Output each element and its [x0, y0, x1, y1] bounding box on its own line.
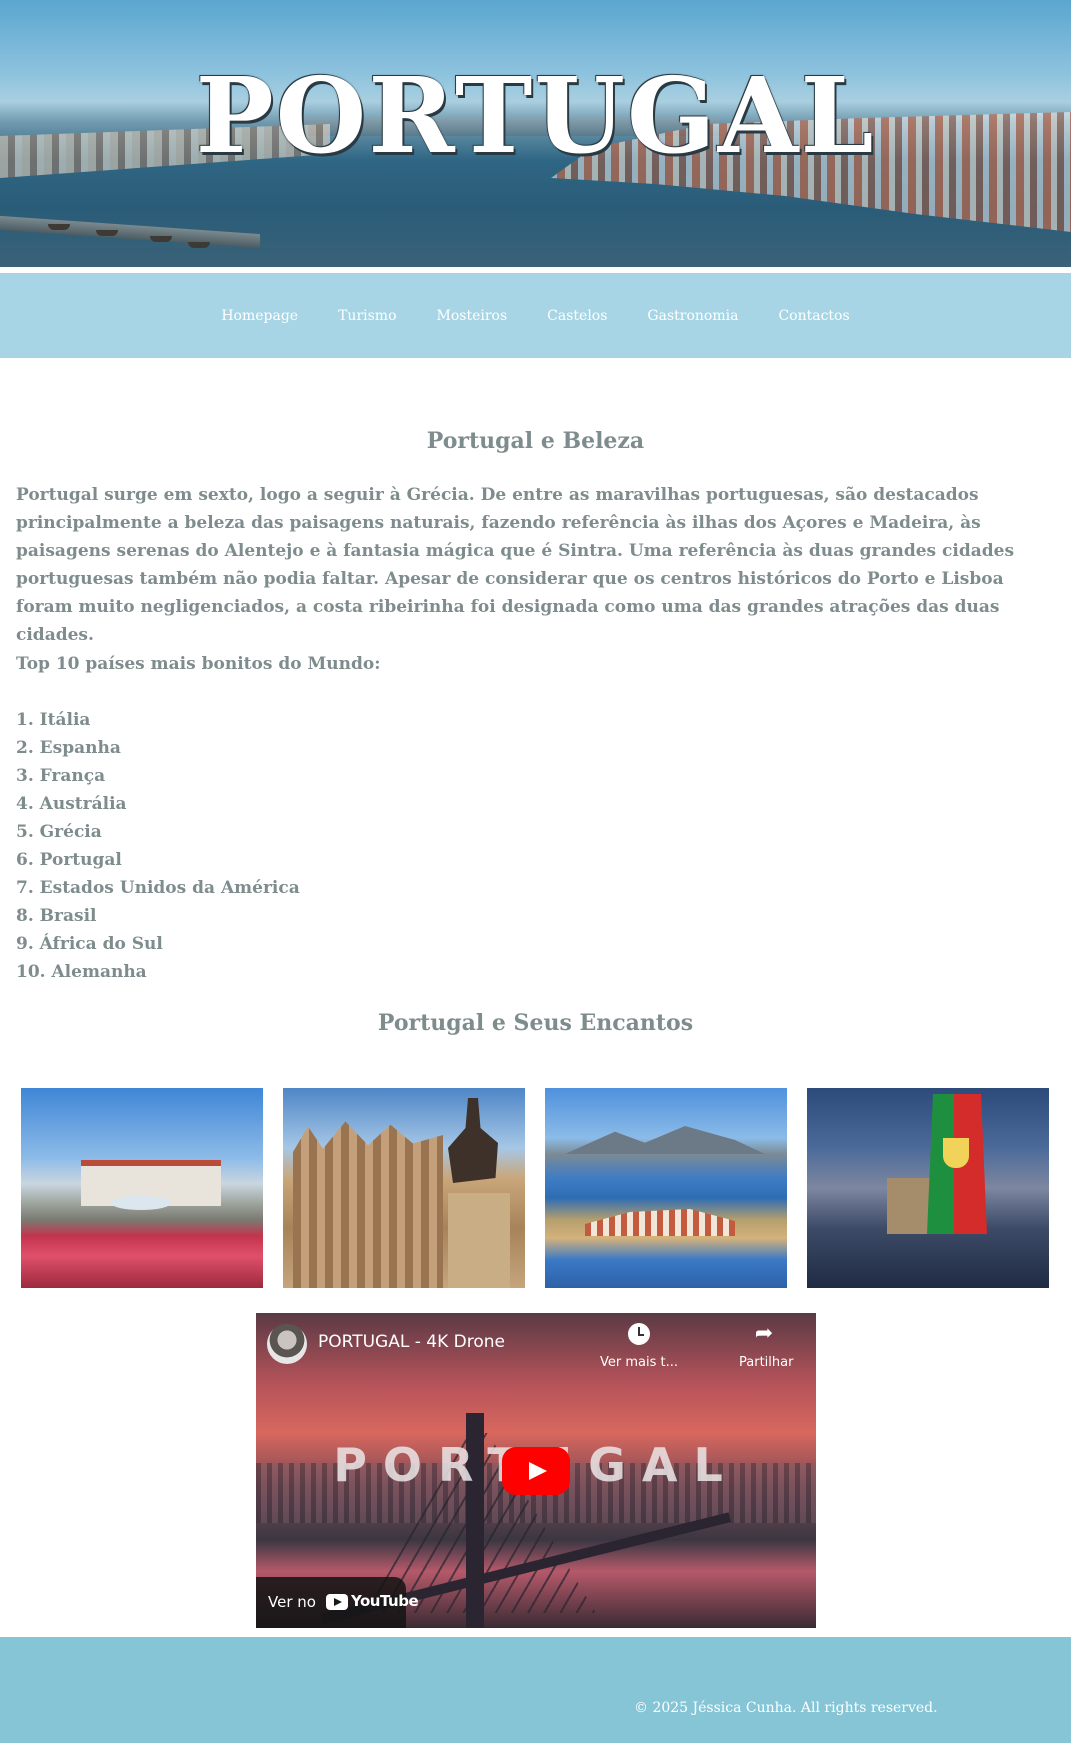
nav-item-homepage[interactable]: Homepage — [221, 308, 298, 324]
list-item: 4. Austrália — [16, 794, 127, 814]
nav-item-contactos[interactable]: Contactos — [778, 308, 849, 324]
play-button[interactable] — [502, 1447, 570, 1495]
gallery-photo-town-square[interactable] — [21, 1088, 263, 1288]
share-label[interactable]: Partilhar — [739, 1355, 793, 1370]
top-list-label: Top 10 países mais bonitos do Mundo: — [16, 654, 381, 674]
hero-quay — [0, 215, 260, 249]
video-title[interactable]: PORTUGAL - 4K Drone — [318, 1332, 505, 1352]
watch-on-youtube-button[interactable]: Ver no YouTube — [256, 1577, 419, 1628]
list-item: 9. África do Sul — [16, 934, 163, 954]
gallery-photo-belem-tower[interactable] — [807, 1088, 1049, 1288]
channel-avatar[interactable] — [267, 1324, 307, 1364]
photo-equestrian-statue — [448, 1098, 498, 1183]
gallery-photo-lake-village[interactable] — [545, 1088, 787, 1288]
list-item: 3. França — [16, 766, 106, 786]
list-item: 10. Alemanha — [16, 962, 147, 982]
youtube-logo-icon — [326, 1594, 348, 1610]
list-item: 6. Portugal — [16, 850, 122, 870]
nav-item-mosteiros[interactable]: Mosteiros — [437, 308, 508, 324]
list-item: 7. Estados Unidos da América — [16, 878, 300, 898]
watch-on-label: Ver no — [268, 1593, 316, 1611]
photo-fountain — [111, 1196, 171, 1210]
youtube-wordmark: YouTube — [351, 1592, 419, 1610]
main-nav: Homepage Turismo Mosteiros Castelos Gast… — [0, 273, 1071, 358]
hero-boat — [96, 230, 118, 236]
list-item: 1. Itália — [16, 710, 91, 730]
share-icon[interactable]: ➦ — [752, 1323, 776, 1345]
hero-title: PORTUGAL — [195, 54, 876, 177]
hero-boat — [188, 242, 210, 248]
gallery-photo-monastery-statue[interactable] — [283, 1088, 525, 1288]
photo-flag-shield — [943, 1138, 969, 1168]
site-footer: © 2025 Jéssica Cunha. All rights reserve… — [0, 1637, 1071, 1743]
copyright-text: © 2025 Jéssica Cunha. All rights reserve… — [634, 1700, 938, 1716]
list-item: 5. Grécia — [16, 822, 102, 842]
section-beleza: Portugal e Beleza — [0, 428, 1071, 454]
clock-icon[interactable] — [628, 1323, 650, 1345]
section-encantos: Portugal e Seus Encantos — [0, 1010, 1071, 1036]
photo-gallery — [21, 1088, 1051, 1288]
photo-mountains — [565, 1126, 765, 1154]
nav-item-turismo[interactable]: Turismo — [338, 308, 396, 324]
hero-boat — [150, 236, 172, 242]
photo-monastery — [293, 1121, 443, 1288]
nav-item-castelos[interactable]: Castelos — [547, 308, 607, 324]
youtube-embed[interactable]: PORTUGAL PORTUGAL - 4K Drone Ver mais t.… — [256, 1313, 816, 1628]
list-item: 2. Espanha — [16, 738, 121, 758]
photo-statue-base — [448, 1193, 510, 1288]
intro-paragraph: Portugal surge em sexto, logo a seguir à… — [16, 485, 1015, 645]
section-heading-encantos: Portugal e Seus Encantos — [377, 1010, 694, 1036]
list-item: 8. Brasil — [16, 906, 97, 926]
watch-later-label[interactable]: Ver mais t... — [600, 1355, 690, 1370]
countries-list: 1. Itália 2. Espanha 3. França 4. Austrá… — [16, 706, 416, 986]
hero-boat — [48, 224, 70, 230]
hero-banner: PORTUGAL — [0, 0, 1071, 267]
photo-village — [585, 1209, 735, 1236]
nav-item-gastronomia[interactable]: Gastronomia — [647, 308, 738, 324]
section-heading-beleza: Portugal e Beleza — [426, 428, 645, 454]
